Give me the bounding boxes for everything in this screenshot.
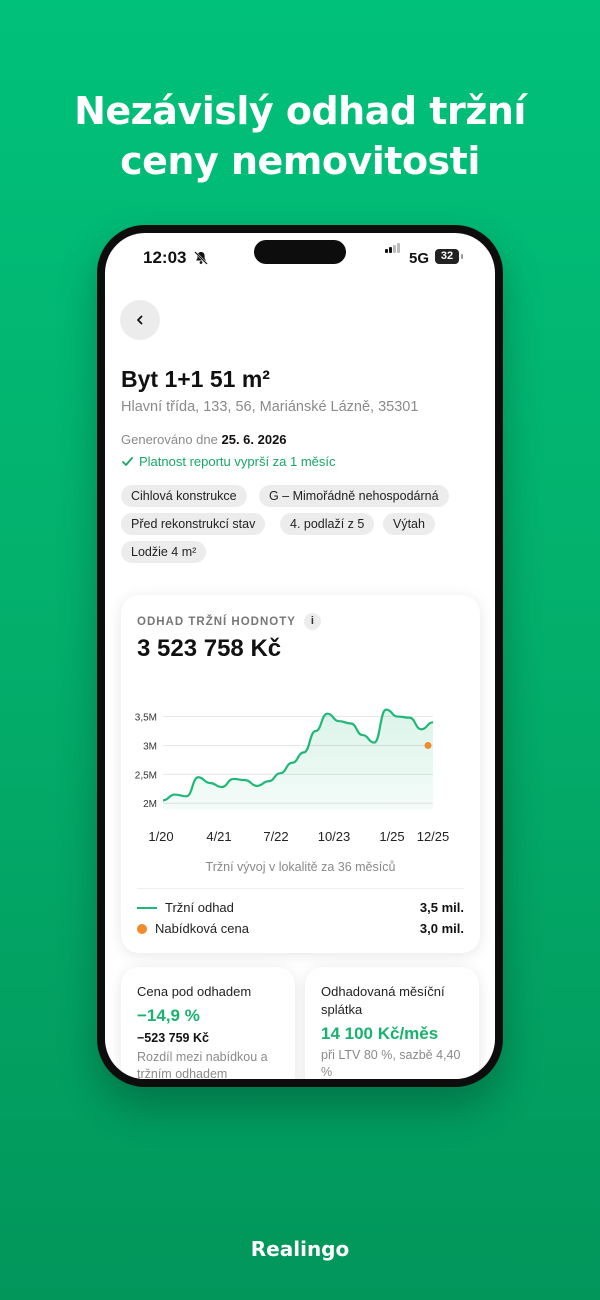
- chart-caption: Tržní vývoj v lokalitě za 36 měsíců: [205, 860, 396, 874]
- x-tick-label: 1/20: [148, 829, 173, 844]
- legend-value: 3,0 mil.: [419, 921, 464, 936]
- monthly-payment-card: Odhadovaná měsíční splátka 14 100 Kč/měs…: [305, 967, 479, 1079]
- headline-line-2: ceny nemovitosti: [120, 139, 480, 183]
- chip-construction: Cihlová konstrukce: [121, 485, 247, 507]
- market-trend-chart: 2M 2,5M 3M 3,5M 1/20 4/21 7/22 10/23 1/25 12/25: [135, 708, 450, 844]
- bell-muted-icon: [194, 251, 208, 265]
- x-tick-label: 12/25: [417, 829, 450, 844]
- legend-label: Nabídková cena: [155, 921, 249, 936]
- brand-logo: Realingo: [250, 1237, 350, 1261]
- battery-tip: [461, 254, 463, 259]
- payment-card-content: Odhadovaná měsíční splátka 14 100 Kč/měs…: [321, 983, 471, 1079]
- validity-text: Platnost reportu vyprší za 1 měsíc: [139, 454, 336, 469]
- headline-line-1: Nezávislý odhad tržní: [74, 89, 526, 133]
- y-tick-label: 3M: [143, 741, 157, 752]
- chip-elevator: Výtah: [383, 513, 435, 535]
- legend-divider: [137, 888, 464, 889]
- estimate-label: ODHAD TRŽNÍ HODNOTY i: [137, 613, 321, 630]
- x-tick-label: 1/25: [379, 829, 404, 844]
- status-time: 12:03: [143, 248, 187, 267]
- property-title: Byt 1+1 51 m²: [121, 366, 270, 392]
- check-icon: [122, 457, 133, 466]
- chip-energy-class: G – Mimořádně nehospodárná: [259, 485, 449, 507]
- price-below-estimate-card: Cena pod odhadem −14,9 % −523 759 Kč Roz…: [121, 967, 295, 1079]
- battery-icon: 32: [435, 249, 459, 264]
- legend-value: 3,5 mil.: [419, 900, 464, 915]
- y-tick-label: 3,5M: [135, 713, 157, 724]
- market-estimate-card: ODHAD TRŽNÍ HODNOTY i 3 523 758 Kč 2M 2,5…: [121, 595, 480, 953]
- chip-loggia: Lodžie 4 m²: [121, 541, 207, 563]
- x-tick-label: 10/23: [318, 829, 351, 844]
- chip-condition: Před rekonstrukcí stav: [121, 513, 266, 535]
- line-swatch-icon: [137, 906, 157, 909]
- payment-card-note: při LTV 80 %, sazbě 4,40 %: [321, 1048, 461, 1079]
- chevron-left-icon: [137, 315, 143, 325]
- x-tick-label: 7/22: [263, 829, 288, 844]
- phone-frame: 12:03 5G 32 Byt 1+1 51 m² Hlavní třída, …: [97, 225, 503, 1087]
- dot-swatch-icon: [137, 923, 147, 934]
- legend-market-estimate: Tržní odhad 3,5 mil.: [137, 900, 464, 915]
- chip-floor: 4. podlaží z 5: [280, 513, 375, 535]
- headline: Nezávislý odhad tržní ceny nemovitosti: [0, 86, 600, 186]
- price-card-label: Cena pod odhadem: [137, 984, 252, 999]
- price-card-difference: −523 759 Kč: [137, 1031, 209, 1045]
- back-button[interactable]: [120, 300, 160, 340]
- phone-screen: 12:03 5G 32 Byt 1+1 51 m² Hlavní třída, …: [105, 233, 495, 1079]
- dynamic-island: [254, 240, 346, 264]
- report-validity: Platnost reportu vyprší za 1 měsíc: [121, 454, 336, 469]
- estimate-value: 3 523 758 Kč: [137, 635, 282, 662]
- payment-card-value: 14 100 Kč/měs: [321, 1024, 439, 1043]
- generated-date: Generováno dne 25. 6. 2026: [121, 432, 287, 447]
- info-icon[interactable]: i: [303, 613, 321, 630]
- price-card-content: Cena pod odhadem −14,9 % −523 759 Kč Roz…: [137, 983, 287, 1079]
- property-address: Hlavní třída, 133, 56, Mariánské Lázně, …: [121, 399, 419, 415]
- y-tick-label: 2M: [143, 799, 157, 810]
- price-card-value: −14,9 %: [137, 1006, 200, 1025]
- generated-date-value: 25. 6. 2026: [221, 432, 287, 447]
- estimate-label-text: ODHAD TRŽNÍ HODNOTY: [137, 615, 296, 628]
- legend-label: Tržní odhad: [165, 900, 234, 915]
- y-tick-label: 2,5M: [135, 770, 157, 781]
- x-tick-label: 4/21: [206, 829, 231, 844]
- asking-price-point: [424, 741, 432, 749]
- network-type: 5G: [409, 250, 430, 267]
- price-card-note: Rozdíl mezi nabídkou a tržním odhadem: [137, 1050, 268, 1079]
- payment-card-label: Odhadovaná měsíční splátka: [321, 984, 445, 1017]
- legend-asking-price: Nabídková cena 3,0 mil.: [137, 921, 464, 936]
- generated-label: Generováno dne: [121, 432, 218, 447]
